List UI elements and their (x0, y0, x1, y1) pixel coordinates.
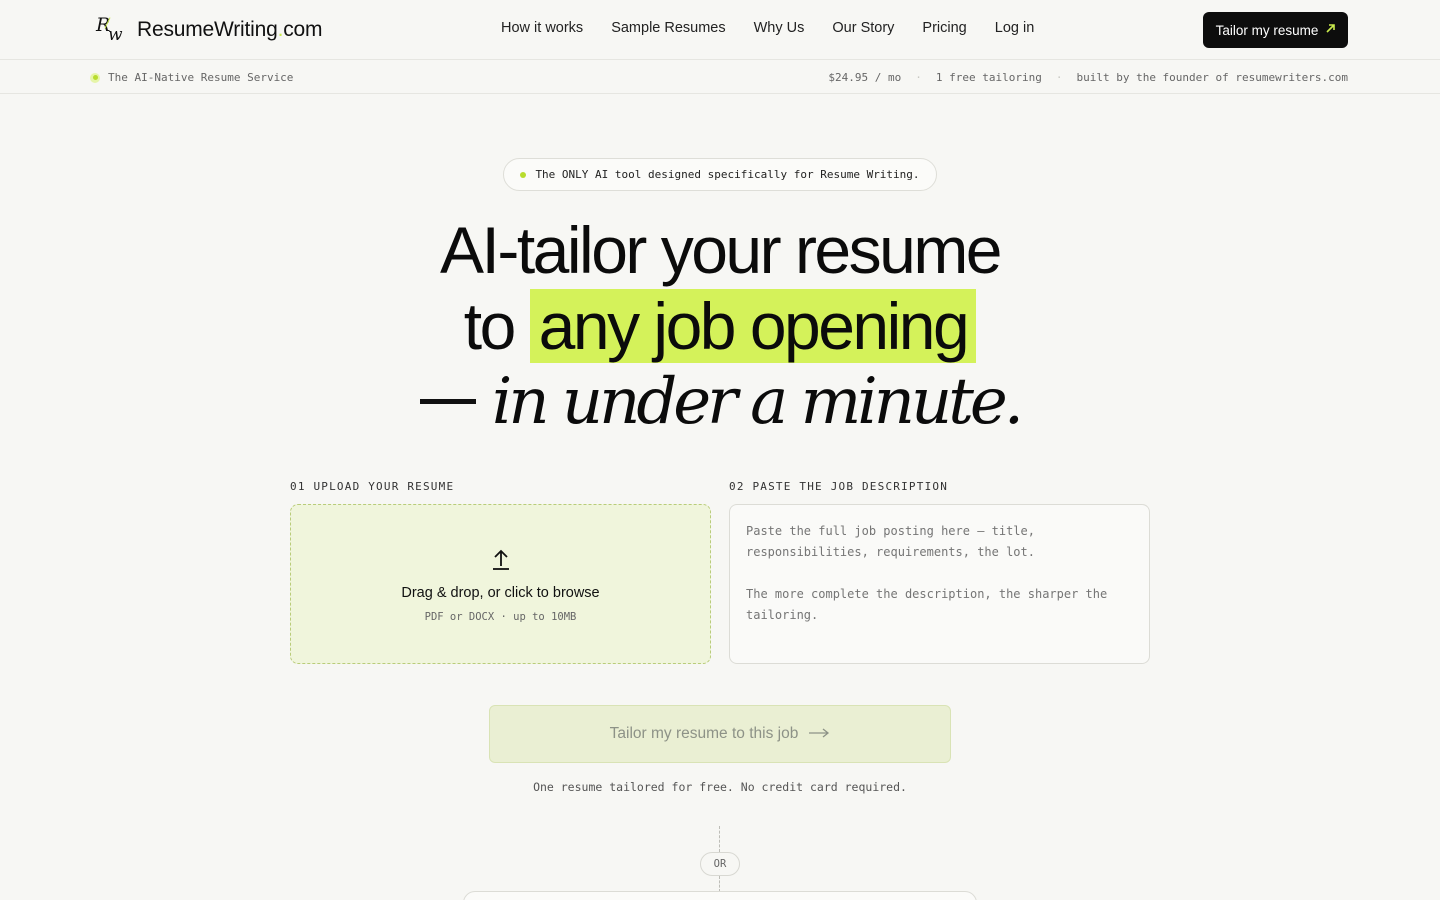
nav-log-in[interactable]: Log in (995, 20, 1035, 36)
divider-line-top (719, 826, 720, 852)
hero-headline-highlight: any job opening (529, 289, 977, 363)
hero-headline-line-3: in under a minute. (0, 362, 1440, 439)
separator: · (1055, 71, 1063, 84)
tailor-to-job-label: Tailor my resume to this job (609, 725, 799, 742)
hero-headline-line-2: to any job opening (0, 288, 1440, 364)
separator: · (915, 71, 922, 84)
hero-headline-to: to (463, 289, 517, 363)
arrow-up-right-icon (1326, 24, 1336, 36)
nav-sample-resumes[interactable]: Sample Resumes (611, 20, 725, 36)
tailor-my-resume-button[interactable]: Tailor my resume (1203, 12, 1348, 48)
free-tailoring-text: 1 free tailoring (935, 71, 1042, 84)
info-bar-tagline: The AI-Native Resume Service (108, 71, 294, 84)
free-trial-note: One resume tailored for free. No credit … (533, 780, 907, 794)
tailor-to-job-button[interactable]: Tailor my resume to this job (489, 705, 951, 763)
hero-badge: The ONLY AI tool designed specifically f… (503, 158, 937, 191)
alternate-option-card[interactable] (463, 891, 977, 900)
info-bar-facts: $24.95 / mo · 1 free tailoring · built b… (828, 71, 1348, 84)
info-bar-tagline-group: The AI-Native Resume Service (90, 71, 293, 84)
divider-line-bottom (719, 876, 720, 892)
resume-upload-dropzone[interactable]: Drag & drop, or click to browse PDF or D… (290, 504, 711, 664)
job-step-label: 02 PASTE THE JOB DESCRIPTION (729, 480, 949, 493)
hero-headline-italic: in under a minute. (491, 365, 1024, 439)
price-text: $24.95 / mo (828, 71, 902, 84)
upload-title: Drag & drop, or click to browse (401, 585, 600, 601)
main-nav: How it works Sample Resumes Why Us Our S… (501, 20, 1062, 36)
hero-headline-line-1: AI-tailor your resume (439, 213, 1003, 287)
info-bar: The AI-Native Resume Service $24.95 / mo… (0, 61, 1440, 94)
brand-name-tld: com (283, 18, 323, 41)
brand-logo[interactable]: R w ResumeWriting.com (92, 14, 322, 46)
founder-text: built by the founder of resumewriters.co… (1076, 71, 1348, 84)
status-dot-icon (90, 72, 100, 83)
arrow-right-icon (808, 725, 830, 743)
logo-mark-icon: R w (92, 14, 126, 46)
hero-badge-text: The ONLY AI tool designed specifically f… (535, 168, 920, 181)
tailor-my-resume-label: Tailor my resume (1215, 22, 1319, 38)
nav-how-it-works[interactable]: How it works (501, 20, 583, 36)
em-dash-icon (419, 399, 476, 405)
site-header: R w ResumeWriting.com How it works Sampl… (0, 0, 1440, 60)
nav-our-story[interactable]: Our Story (832, 20, 894, 36)
badge-dot-icon (520, 171, 527, 178)
job-description-input[interactable] (729, 504, 1150, 664)
upload-subtitle: PDF or DOCX · up to 10MB (424, 611, 577, 623)
nav-pricing[interactable]: Pricing (922, 20, 966, 36)
brand-name: ResumeWriting.com (137, 18, 322, 42)
upload-icon (491, 547, 511, 571)
upload-step-label: 01 UPLOAD YOUR RESUME (290, 480, 455, 493)
or-divider: OR (700, 852, 740, 876)
brand-name-main: ResumeWriting (137, 18, 278, 41)
nav-why-us[interactable]: Why Us (754, 20, 805, 36)
logo-letter-w: w (108, 25, 123, 45)
